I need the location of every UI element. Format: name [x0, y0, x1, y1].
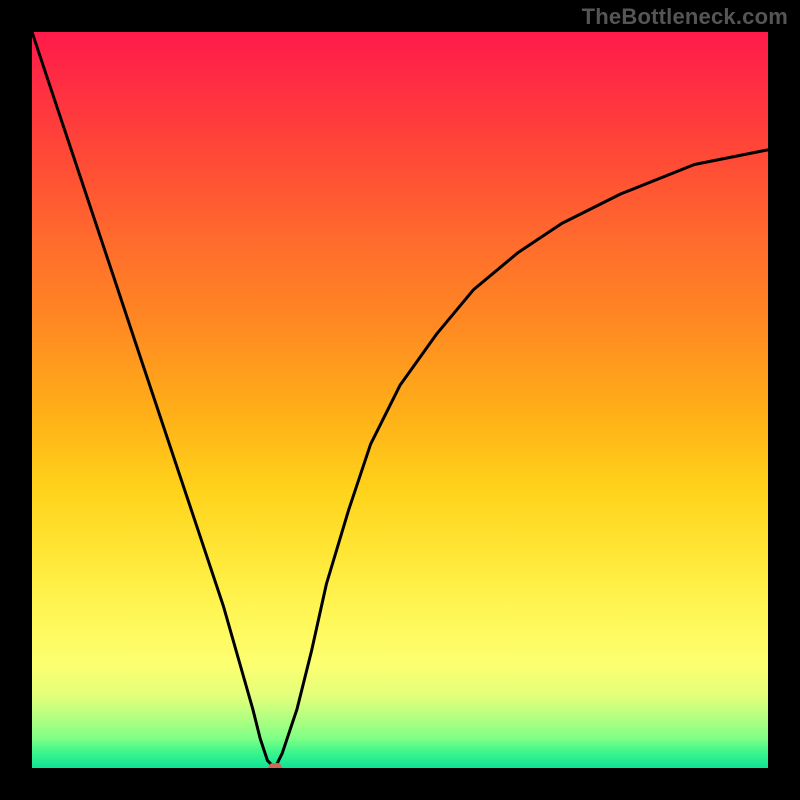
bottleneck-marker [268, 763, 282, 768]
curve-svg [32, 32, 768, 768]
watermark-text: TheBottleneck.com [582, 4, 788, 30]
chart-frame: TheBottleneck.com [0, 0, 800, 800]
bottleneck-curve [32, 32, 768, 768]
plot-area [32, 32, 768, 768]
